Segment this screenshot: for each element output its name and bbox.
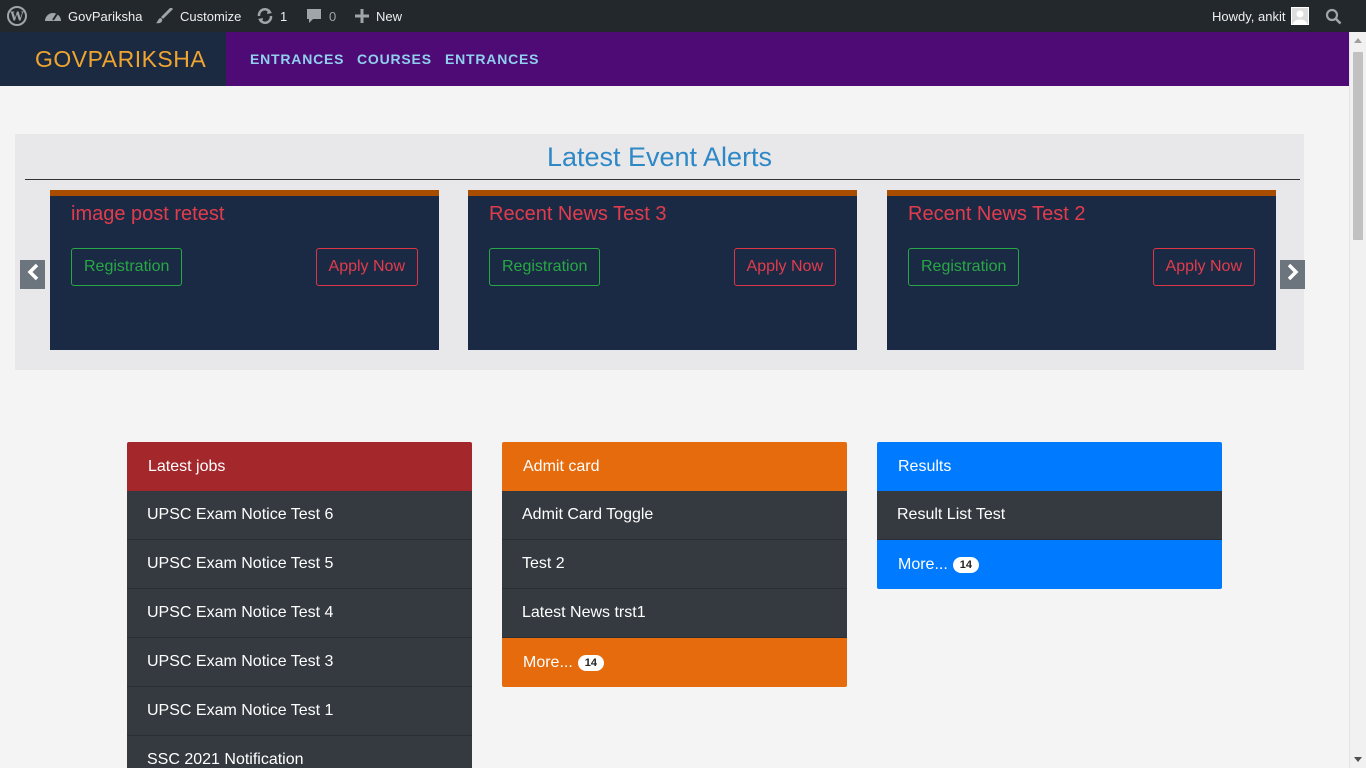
admin-bar: W GovPariksha Customize 1 0 New Howdy, a… — [0, 0, 1366, 32]
registration-button[interactable]: Registration — [489, 248, 601, 286]
nav-entrances-2[interactable]: ENTRANCES — [445, 32, 539, 86]
comments-count: 0 — [329, 8, 337, 24]
list-item[interactable]: Result List Test — [877, 491, 1222, 540]
chevron-right-icon — [1286, 263, 1300, 286]
updates-icon — [256, 7, 274, 25]
list-item[interactable]: UPSC Exam Notice Test 5 — [127, 540, 472, 589]
list-item[interactable]: UPSC Exam Notice Test 1 — [127, 687, 472, 736]
more-label: More... — [523, 653, 573, 671]
list-item[interactable]: UPSC Exam Notice Test 6 — [127, 491, 472, 540]
customize-link[interactable]: Customize — [156, 0, 241, 32]
latest-jobs-header: Latest jobs — [127, 442, 472, 491]
site-header: GOVPARIKSHA ENTRANCES COURSES ENTRANCES — [0, 32, 1349, 86]
comments-link[interactable]: 0 — [305, 0, 336, 32]
updates-link[interactable]: 1 — [256, 0, 287, 32]
latest-jobs-panel: Latest jobs UPSC Exam Notice Test 6 UPSC… — [127, 442, 472, 768]
plus-icon — [354, 8, 370, 24]
scroll-thumb[interactable] — [1353, 52, 1363, 240]
site-name-link[interactable]: GovPariksha — [44, 0, 142, 32]
results-header: Results — [877, 442, 1222, 491]
brush-icon — [156, 8, 174, 24]
site-name-label: GovPariksha — [68, 8, 143, 24]
nav-entrances[interactable]: ENTRANCES — [250, 32, 344, 86]
event-card: image post retest Registration Apply Now — [50, 190, 439, 350]
dashboard-icon — [44, 8, 62, 24]
comment-icon — [305, 7, 323, 25]
apply-now-button[interactable]: Apply Now — [315, 248, 418, 286]
list-item[interactable]: UPSC Exam Notice Test 3 — [127, 638, 472, 687]
howdy-label: Howdy, ankit — [1212, 8, 1286, 24]
svg-text:W: W — [9, 10, 24, 24]
list-item[interactable]: SSC 2021 Notification — [127, 736, 472, 768]
count-badge: 14 — [577, 654, 605, 671]
event-alerts-title: Latest Event Alerts — [546, 142, 773, 172]
event-card: Recent News Test 2 Registration Apply No… — [887, 190, 1276, 350]
new-label: New — [376, 8, 403, 24]
list-item[interactable]: Latest News trst1 — [502, 589, 847, 638]
divider — [25, 179, 1300, 180]
list-item[interactable]: Admit Card Toggle — [502, 491, 847, 540]
event-card-title[interactable]: Recent News Test 2 — [908, 203, 1086, 226]
scroll-down-icon[interactable] — [1354, 757, 1362, 762]
my-account-link[interactable]: Howdy, ankit — [1212, 0, 1310, 32]
admit-card-header: Admit card — [502, 442, 847, 491]
registration-button[interactable]: Registration — [71, 248, 183, 286]
registration-button[interactable]: Registration — [908, 248, 1020, 286]
list-item[interactable]: Test 2 — [502, 540, 847, 589]
event-card-title[interactable]: Recent News Test 3 — [489, 203, 667, 226]
chevron-left-icon — [26, 263, 40, 286]
nav-courses[interactable]: COURSES — [357, 32, 432, 86]
results-panel: Results Result List Test More... 14 — [877, 442, 1222, 589]
avatar — [1291, 7, 1310, 25]
apply-now-button[interactable]: Apply Now — [733, 248, 836, 286]
results-more-link[interactable]: More... 14 — [877, 540, 1222, 589]
search-icon[interactable] — [1325, 0, 1342, 32]
page-scrollbar[interactable] — [1349, 32, 1366, 768]
apply-now-button[interactable]: Apply Now — [1152, 248, 1255, 286]
more-label: More... — [898, 555, 948, 573]
carousel-next-button[interactable] — [1280, 260, 1305, 289]
updates-count: 1 — [280, 8, 288, 24]
admit-card-more-link[interactable]: More... 14 — [502, 638, 847, 687]
list-item[interactable]: UPSC Exam Notice Test 4 — [127, 589, 472, 638]
event-card: Recent News Test 3 Registration Apply No… — [468, 190, 857, 350]
carousel-prev-button[interactable] — [20, 260, 45, 289]
event-alerts-section: Latest Event Alerts image post retest Re… — [15, 134, 1305, 370]
new-content-link[interactable]: New — [354, 0, 402, 32]
wordpress-logo-icon[interactable]: W — [7, 0, 27, 32]
site-brand[interactable]: GOVPARIKSHA — [0, 32, 226, 86]
admit-card-panel: Admit card Admit Card Toggle Test 2 Late… — [502, 442, 847, 687]
event-card-title[interactable]: image post retest — [71, 203, 224, 226]
scroll-up-icon[interactable] — [1354, 38, 1362, 43]
count-badge: 14 — [952, 556, 980, 573]
customize-label: Customize — [180, 8, 242, 24]
